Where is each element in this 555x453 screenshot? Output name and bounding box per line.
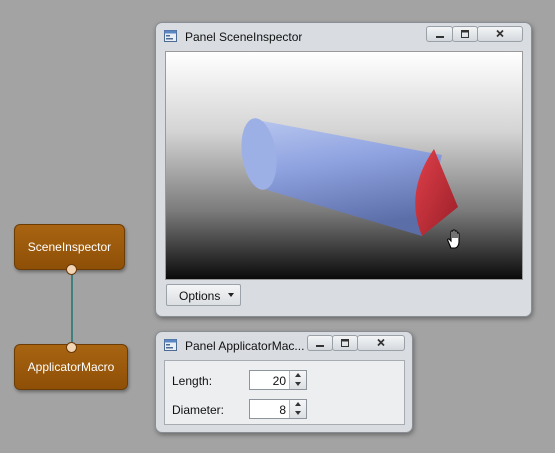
minimize-button[interactable] [307, 335, 333, 351]
parameter-area: Length: 20 Diameter: 8 [164, 360, 405, 425]
maximize-icon [341, 339, 349, 347]
node-connection [71, 270, 73, 347]
applicator-macro-panel: Panel ApplicatorMac... Length: 20 Diamet… [155, 331, 413, 433]
input-port[interactable] [66, 342, 77, 353]
chevron-down-icon [228, 293, 234, 297]
spin-arrows [289, 400, 306, 418]
maximize-icon [461, 30, 469, 38]
length-label: Length: [172, 374, 213, 388]
minimize-icon [316, 345, 324, 347]
node-label: ApplicatorMacro [27, 360, 115, 374]
options-label: Options [179, 289, 221, 303]
3d-viewer[interactable] [165, 51, 523, 280]
spin-arrows [289, 371, 306, 389]
maximize-button[interactable] [332, 335, 358, 351]
minimize-icon [435, 36, 444, 38]
output-port[interactable] [66, 264, 77, 275]
close-icon [377, 338, 385, 347]
options-dropdown[interactable]: Options [166, 284, 241, 306]
panel-app-icon [164, 339, 177, 351]
window-title: Panel SceneInspector [185, 30, 303, 44]
scene-render [241, 118, 458, 236]
title-bar[interactable]: Panel SceneInspector [156, 23, 531, 49]
length-value[interactable]: 20 [273, 374, 286, 388]
length-decrement-button[interactable] [290, 380, 306, 389]
window-title: Panel ApplicatorMac... [185, 339, 305, 353]
hand-cursor-icon [447, 229, 460, 249]
diameter-label: Diameter: [172, 403, 225, 417]
diameter-increment-button[interactable] [290, 400, 306, 409]
maximize-button[interactable] [452, 26, 478, 42]
diameter-decrement-button[interactable] [290, 409, 306, 418]
title-bar[interactable]: Panel ApplicatorMac... [156, 332, 412, 358]
scene-inspector-panel: Panel SceneInspector Options [155, 22, 532, 317]
cone-cylinder-object [241, 118, 458, 236]
close-icon [496, 29, 504, 38]
diameter-spinbox[interactable]: 8 [249, 399, 307, 419]
length-increment-button[interactable] [290, 371, 306, 380]
minimize-button[interactable] [426, 26, 453, 42]
diameter-value[interactable]: 8 [279, 403, 286, 417]
close-button[interactable] [477, 26, 523, 42]
panel-app-icon [164, 30, 177, 42]
close-button[interactable] [357, 335, 405, 351]
length-spinbox[interactable]: 20 [249, 370, 307, 390]
node-label: SceneInspector [27, 240, 112, 254]
